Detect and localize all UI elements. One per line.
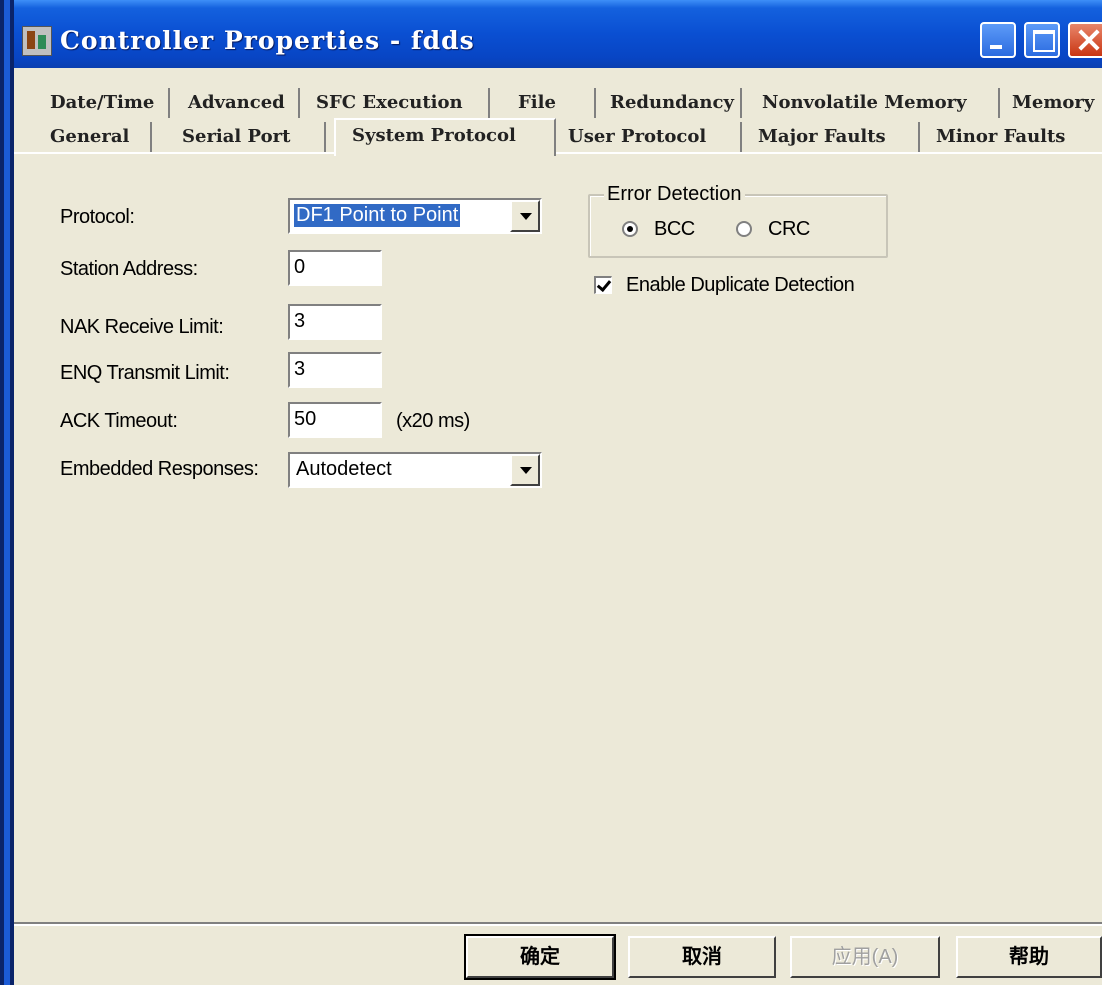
error-detection-title: Error Detection [604, 183, 745, 206]
window-title: Controller Properties - fdds [60, 26, 475, 55]
chevron-down-icon[interactable] [510, 200, 540, 232]
enq-transmit-limit-input[interactable]: 3 [288, 352, 382, 388]
tab-advanced[interactable]: Advanced [184, 88, 300, 118]
tab-memory[interactable]: Memory [1008, 88, 1102, 118]
tab-date-time[interactable]: Date/Time [46, 88, 170, 118]
help-button[interactable]: 帮助 [956, 936, 1102, 978]
protocol-label: Protocol: [60, 206, 135, 228]
tab-user-protocol[interactable]: User Protocol [564, 122, 742, 152]
protocol-dropdown[interactable]: DF1 Point to Point [288, 198, 542, 234]
crc-radio[interactable] [736, 221, 752, 237]
tab-minor-faults[interactable]: Minor Faults [932, 122, 1096, 152]
controller-icon [22, 26, 52, 56]
protocol-value: DF1 Point to Point [292, 203, 462, 228]
separator [14, 922, 1102, 926]
ack-timeout-label: ACK Timeout: [60, 410, 178, 432]
tab-sfc-execution[interactable]: SFC Execution [312, 88, 490, 118]
tab-general[interactable]: General [46, 122, 152, 152]
ack-timeout-input[interactable]: 50 [288, 402, 382, 438]
embedded-responses-dropdown[interactable]: Autodetect [288, 452, 542, 488]
enq-transmit-limit-label: ENQ Transmit Limit: [60, 362, 230, 384]
tab-system-protocol[interactable]: System Protocol [334, 118, 556, 156]
station-address-label: Station Address: [60, 258, 198, 280]
cancel-button[interactable]: 取消 [628, 936, 776, 978]
apply-button[interactable]: 应用(A) [790, 936, 940, 978]
bcc-label[interactable]: BCC [654, 218, 695, 241]
tab-major-faults[interactable]: Major Faults [754, 122, 920, 152]
crc-label[interactable]: CRC [768, 218, 810, 241]
bcc-radio[interactable] [622, 221, 638, 237]
ack-timeout-unit: (x20 ms) [396, 410, 470, 432]
embedded-responses-label: Embedded Responses: [60, 458, 259, 480]
minimize-button[interactable] [980, 22, 1016, 58]
duplicate-detection-checkbox[interactable] [594, 276, 612, 294]
tab-file[interactable]: File [514, 88, 596, 118]
window-frame-left [0, 0, 14, 985]
station-address-input[interactable]: 0 [288, 250, 382, 286]
title-bar[interactable]: Controller Properties - fdds [0, 0, 1102, 68]
nak-receive-limit-label: NAK Receive Limit: [60, 316, 224, 338]
embedded-responses-value: Autodetect [296, 458, 392, 480]
tab-serial-port[interactable]: Serial Port [178, 122, 326, 152]
close-button[interactable] [1068, 22, 1102, 58]
chevron-down-icon[interactable] [510, 454, 540, 486]
tab-nonvolatile-memory[interactable]: Nonvolatile Memory [758, 88, 1000, 118]
maximize-button[interactable] [1024, 22, 1060, 58]
duplicate-detection-label[interactable]: Enable Duplicate Detection [626, 274, 855, 297]
tab-redundancy[interactable]: Redundancy [606, 88, 742, 118]
nak-receive-limit-input[interactable]: 3 [288, 304, 382, 340]
ok-button[interactable]: 确定 [464, 934, 616, 980]
